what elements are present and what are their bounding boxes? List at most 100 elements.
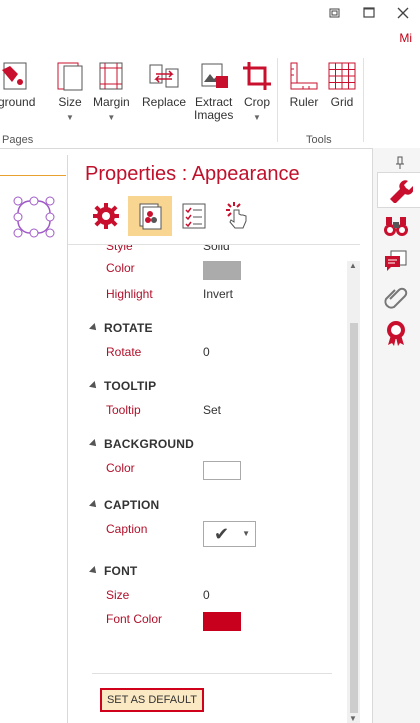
extract-images-button[interactable]: Extract Images [194,60,233,122]
section-header-caption[interactable]: CAPTION [89,498,160,512]
sidebar-item-properties[interactable] [377,172,420,208]
crop-label: Crop [243,95,270,109]
maximize-icon[interactable] [352,0,386,26]
section-label: ROTATE [104,321,153,335]
grid-label: Grid [330,95,354,109]
pin-icon[interactable] [395,156,405,173]
section-label: FONT [104,564,138,578]
margin-button[interactable]: Margin ▼ [93,60,130,122]
sidebar-item-find[interactable] [379,209,413,243]
property-row-font-size[interactable]: Size 0 [68,584,348,606]
grid-icon [328,62,356,90]
collapse-triangle-icon [89,500,99,510]
collapse-triangle-icon [89,381,99,391]
click-action-icon [226,202,247,229]
property-label: Style [106,245,133,253]
ruler-label: Ruler [289,95,319,109]
ruler-button[interactable]: Ruler [288,60,320,109]
gear-icon [93,203,119,229]
property-row-highlight[interactable]: Highlight Invert [68,283,348,305]
group-separator [277,58,278,142]
property-label: Color [106,261,135,275]
properties-list: Style Solid Color Highlight Invert ROTAT… [68,245,348,723]
close-icon[interactable] [386,0,420,26]
grid-button[interactable]: Grid [326,60,358,109]
sidebar-item-comments[interactable] [379,245,413,279]
background-button[interactable]: kground [0,60,35,109]
caption-style-dropdown[interactable]: ✔ ▼ [203,521,256,547]
properties-panel: Properties : Appearance Style Solid Colo… [67,155,360,723]
replace-label: Replace [142,95,187,109]
tab-actions[interactable] [216,196,260,236]
binoculars-icon [384,217,408,236]
property-label: Rotate [106,345,142,359]
document-canvas[interactable] [0,155,66,723]
font-color-swatch[interactable] [203,612,241,631]
right-sidebar [372,148,420,723]
vertical-scrollbar[interactable]: ▲ ▼ [347,261,360,723]
size-icon [57,62,83,91]
sidebar-item-certificates[interactable] [379,316,413,350]
property-label: Highlight [106,287,153,301]
property-value: Set [203,403,222,417]
property-row-rotate[interactable]: Rotate 0 [68,341,348,363]
comments-icon [385,250,407,271]
properties-tabs [84,196,260,236]
property-row-tooltip[interactable]: Tooltip Set [68,399,348,421]
replace-button[interactable]: Replace [142,60,186,109]
crop-button[interactable]: Crop ▼ [241,60,273,122]
property-label: Size [106,588,130,602]
background-color-swatch[interactable] [203,461,241,480]
group-separator [363,58,364,142]
set-as-default-button[interactable]: SET AS DEFAULT [100,688,204,712]
size-label: Size [58,95,82,109]
property-label: Tooltip [106,403,141,417]
tab-general-settings[interactable] [84,196,128,236]
chevron-down-icon: ▼ [107,113,116,122]
section-header-font[interactable]: FONT [89,564,138,578]
property-value: Invert [203,287,234,301]
property-label: Font Color [106,612,163,626]
wrench-icon [390,180,413,203]
section-header-background[interactable]: BACKGROUND [89,437,194,451]
property-value: 0 [203,345,210,359]
certificate-icon [387,321,405,346]
section-label: CAPTION [104,498,160,512]
property-label: Caption [106,522,148,536]
scroll-up-arrow-icon[interactable]: ▲ [349,261,357,270]
size-button[interactable]: Size ▼ [54,60,86,122]
restore-icon[interactable] [318,0,352,26]
user-short-label[interactable]: Mi [399,31,412,45]
replace-icon [149,64,179,88]
color-swatch[interactable] [203,261,241,280]
tab-appearance[interactable] [128,196,172,236]
tab-checklist[interactable] [172,196,216,236]
selection-guide-line [0,175,66,176]
collapse-triangle-icon [89,439,99,449]
section-label: TOOLTIP [104,379,157,393]
scrollbar-thumb[interactable] [350,323,358,713]
scroll-down-arrow-icon[interactable]: ▼ [349,714,357,723]
ellipse-annotation-shape[interactable] [12,195,58,241]
panel-title: Properties : Appearance [85,163,300,185]
paperclip-icon [384,287,408,309]
window-controls [318,0,420,26]
section-header-tooltip[interactable]: TOOLTIP [89,379,157,393]
collapse-triangle-icon [89,566,99,576]
ribbon: kground Size ▼ Margin ▼ Replace [0,52,372,149]
property-value: Solid [203,245,230,253]
property-label: Color [106,461,135,475]
chevron-down-icon: ▼ [242,529,250,538]
property-row-style[interactable]: Style Solid [68,245,348,257]
group-label-tools: Tools [306,134,332,146]
sidebar-item-attachments[interactable] [379,281,413,315]
background-icon [1,62,27,90]
group-label-pages: Pages [2,134,34,146]
background-label: kground [0,95,36,109]
section-header-rotate[interactable]: ROTATE [89,321,153,335]
extract-images-icon [201,63,228,88]
chevron-down-icon: ▼ [253,113,261,122]
appearance-palette-icon [139,203,162,230]
collapse-triangle-icon [89,323,99,333]
checklist-icon [182,203,206,229]
